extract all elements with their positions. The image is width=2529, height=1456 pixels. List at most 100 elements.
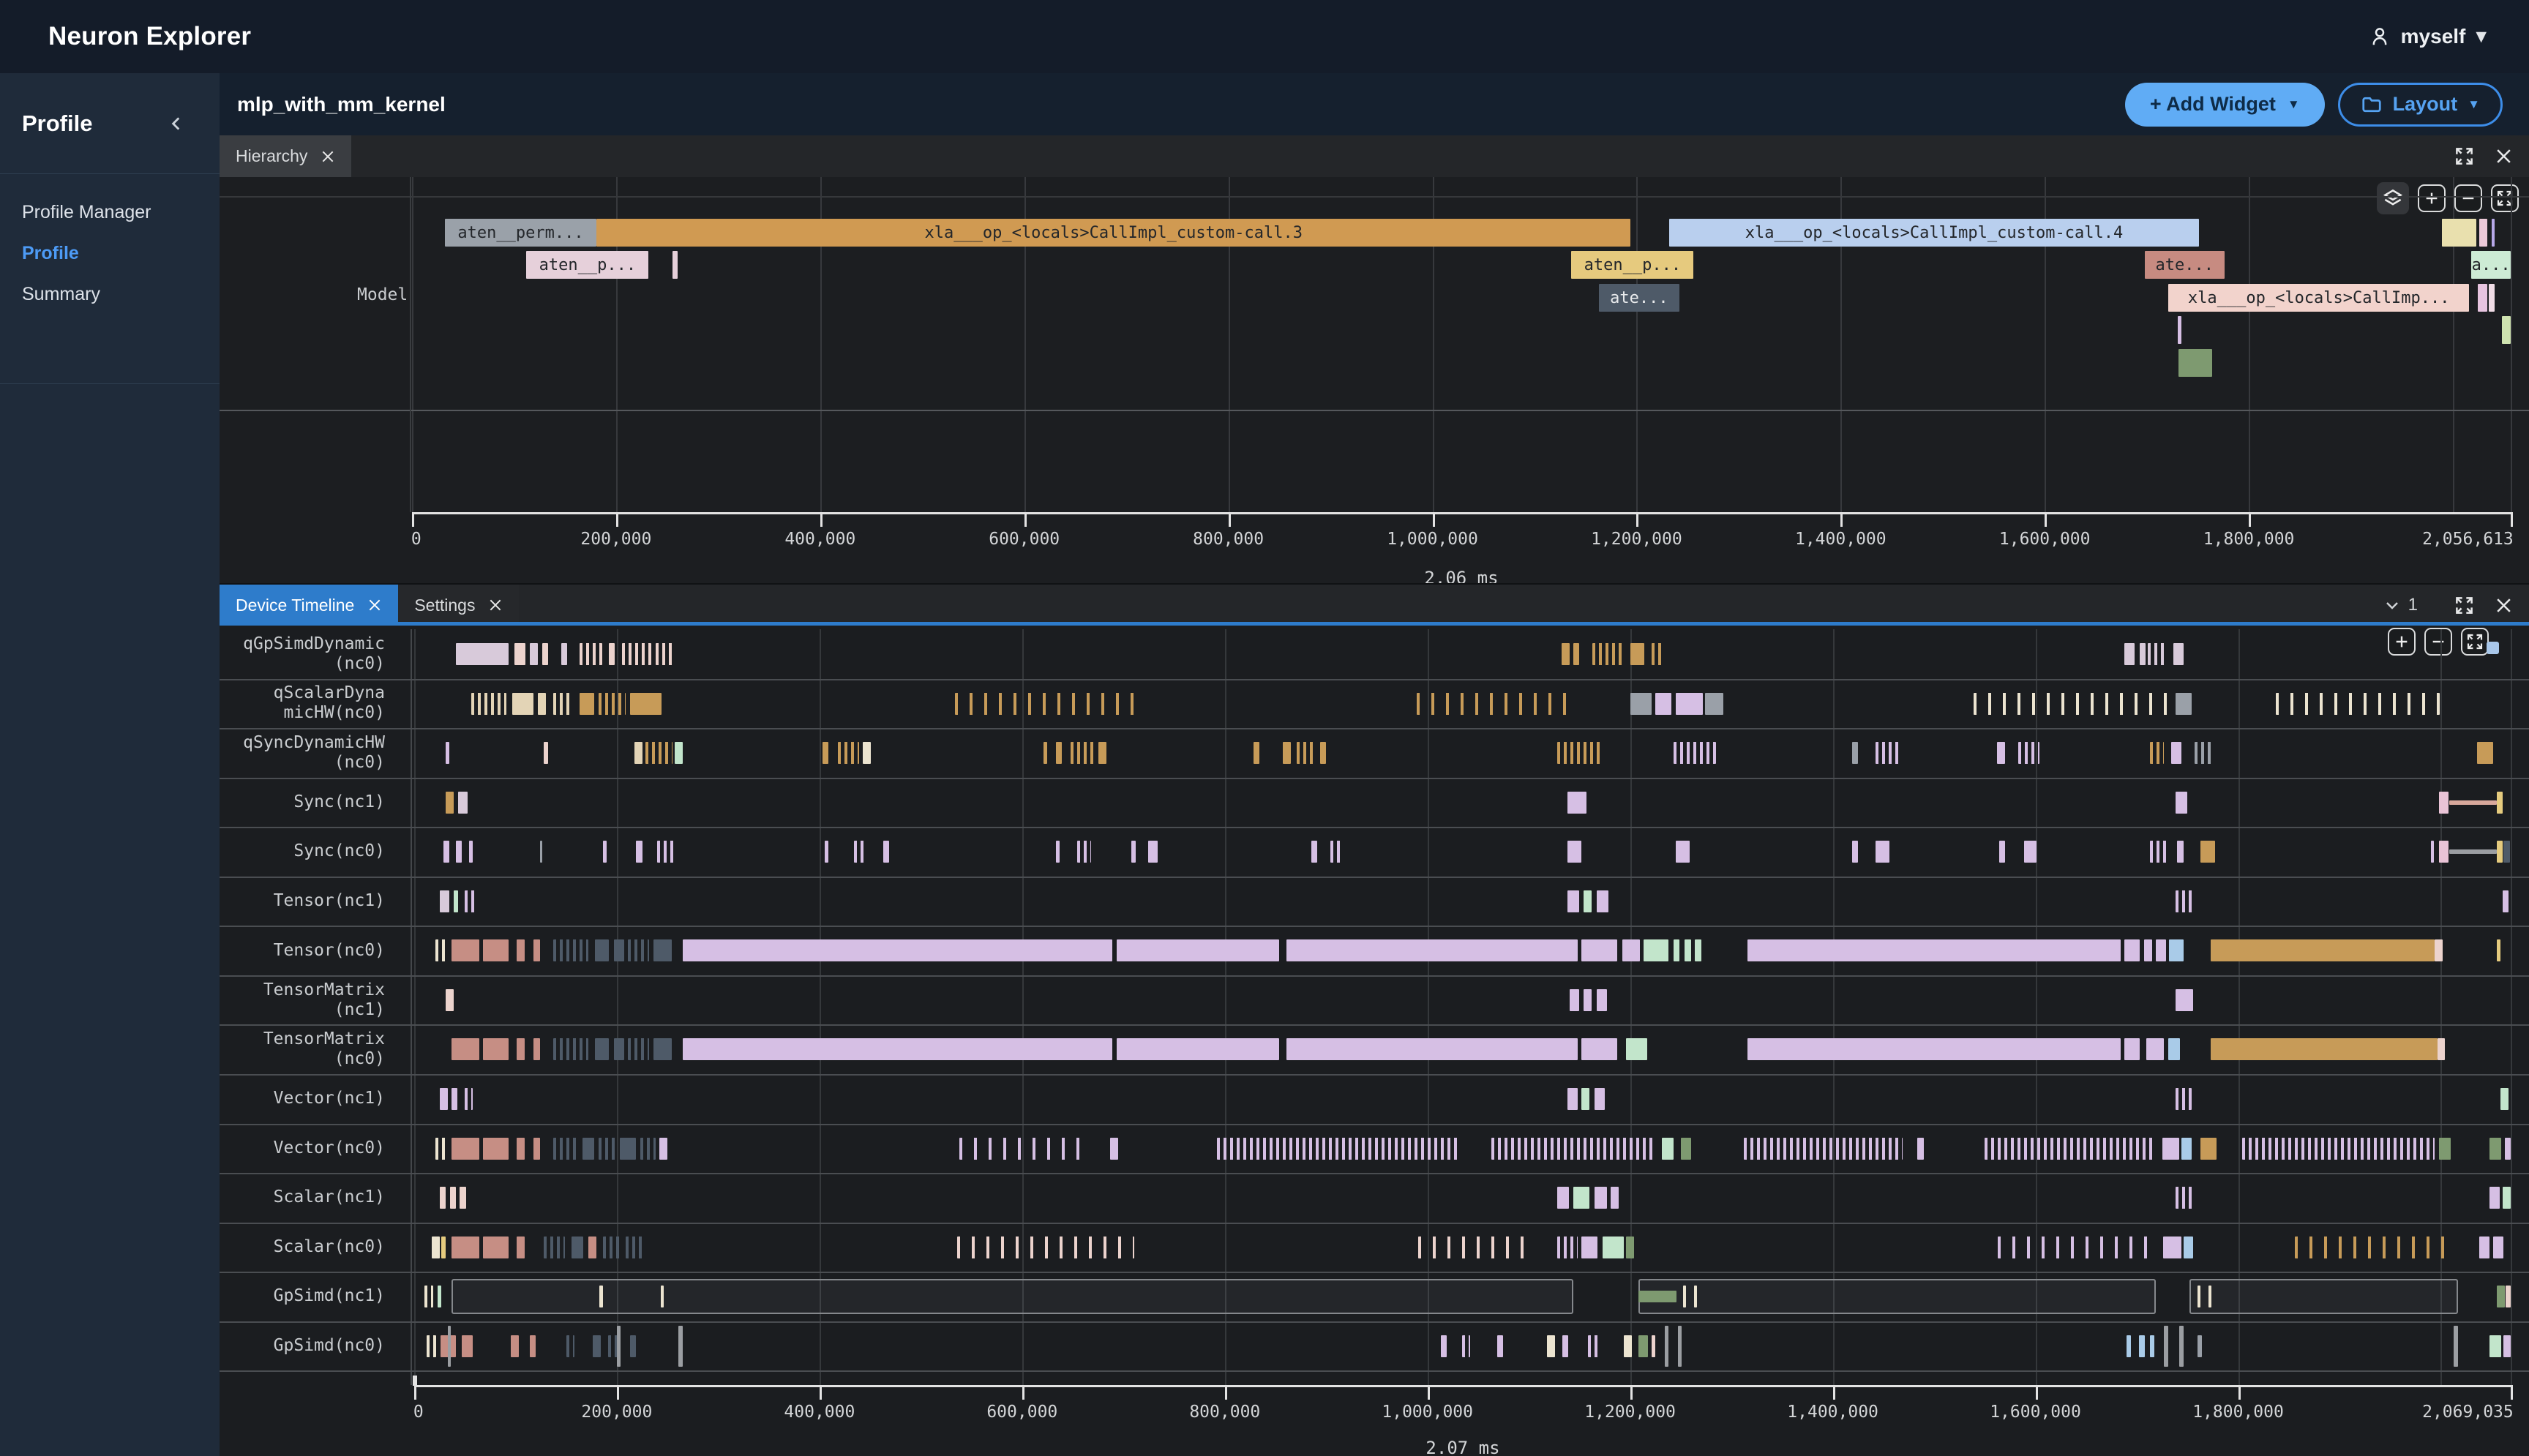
timeline-event[interactable] [1695, 939, 1701, 961]
timeline-event[interactable] [1997, 742, 2005, 764]
timeline-event[interactable] [438, 1286, 442, 1307]
timeline-event[interactable] [2024, 841, 2037, 863]
timeline-event[interactable] [661, 1286, 664, 1307]
timeline-event[interactable] [538, 693, 546, 715]
timeline-event[interactable] [1595, 1187, 1607, 1209]
timeline-event[interactable] [1747, 939, 2121, 961]
timeline-event[interactable] [2489, 1335, 2502, 1357]
timeline-event[interactable] [634, 742, 642, 764]
timeline-bar[interactable]: ate... [1599, 284, 1679, 312]
timeline-event[interactable] [2211, 1038, 2438, 1060]
timeline-event[interactable] [2173, 643, 2184, 665]
timeline-event[interactable] [603, 841, 607, 863]
timeline-event[interactable] [483, 1138, 509, 1160]
timeline-event[interactable] [595, 1038, 609, 1060]
timeline-event[interactable] [1683, 1286, 1686, 1307]
timeline-event[interactable] [1674, 939, 1679, 961]
timeline-event[interactable] [2276, 693, 2440, 715]
timeline-event[interactable] [2477, 742, 2493, 764]
timeline-event[interactable] [469, 841, 473, 863]
timeline-event[interactable] [1131, 841, 1136, 863]
timeline-event[interactable] [683, 1038, 1112, 1060]
expand-panel-icon[interactable] [2454, 596, 2474, 615]
timeline-event[interactable] [511, 1335, 519, 1357]
timeline-event[interactable] [603, 1237, 622, 1258]
timeline-event[interactable] [614, 1038, 624, 1060]
timeline-event[interactable] [1557, 1237, 1578, 1258]
timeline-event[interactable] [1557, 1187, 1570, 1209]
timeline-event[interactable] [959, 1138, 1089, 1160]
timeline-event[interactable] [1462, 1335, 1470, 1357]
fit-view-button[interactable] [2491, 184, 2519, 212]
timeline-event[interactable] [1056, 841, 1060, 863]
timeline-event[interactable] [1254, 742, 1259, 764]
timeline-event[interactable] [452, 1138, 479, 1160]
timeline-event[interactable] [1581, 939, 1617, 961]
timeline-event[interactable] [1557, 742, 1603, 764]
timeline-event[interactable] [1985, 1138, 2156, 1160]
timeline-event[interactable] [2156, 939, 2166, 961]
timeline-event[interactable] [553, 939, 589, 961]
timeline-event[interactable] [1676, 841, 1690, 863]
timeline-event[interactable] [2506, 1286, 2511, 1307]
timeline-event[interactable] [622, 643, 651, 665]
timeline-event[interactable] [435, 1138, 446, 1160]
timeline-event[interactable] [1217, 1138, 1460, 1160]
timeline-event[interactable] [2176, 890, 2194, 912]
timeline-event[interactable] [1652, 643, 1664, 665]
timeline-event[interactable] [1681, 1138, 1691, 1160]
timeline-event[interactable] [2449, 849, 2497, 854]
timeline-event[interactable] [653, 1038, 672, 1060]
timeline-event[interactable] [483, 1237, 509, 1258]
timeline-event[interactable] [460, 1187, 465, 1209]
scrollbar-thumb[interactable] [2487, 642, 2499, 654]
timeline-event[interactable] [1592, 643, 1624, 665]
timeline-event[interactable] [448, 1326, 451, 1367]
timeline-event[interactable] [1705, 693, 1723, 715]
timeline-event[interactable] [566, 1335, 574, 1357]
timeline-event[interactable] [626, 1237, 643, 1258]
tab-hierarchy[interactable]: Hierarchy [220, 135, 351, 177]
timeline-event[interactable] [678, 1326, 683, 1367]
timeline-event[interactable] [2497, 1286, 2505, 1307]
timeline-event[interactable] [1674, 742, 1716, 764]
timeline-event[interactable] [1044, 742, 1048, 764]
timeline-event[interactable] [1630, 693, 1652, 715]
timeline-event[interactable] [465, 1088, 473, 1110]
timeline-event[interactable] [1417, 693, 1578, 715]
timeline-event[interactable] [458, 792, 468, 814]
timeline-event[interactable] [452, 939, 479, 961]
timeline-event[interactable] [1603, 1237, 1624, 1258]
timeline-event[interactable] [424, 1286, 434, 1307]
zoom-in-button[interactable] [2388, 628, 2416, 656]
timeline-event[interactable] [2454, 1326, 2458, 1367]
timeline-event[interactable] [446, 989, 454, 1011]
timeline-event[interactable] [854, 841, 867, 863]
timeline-event[interactable] [957, 1237, 1134, 1258]
timeline-event[interactable] [1581, 1088, 1589, 1110]
timeline-event[interactable] [533, 1138, 539, 1160]
timeline-event[interactable] [657, 841, 675, 863]
timeline-event[interactable] [2198, 1335, 2202, 1357]
timeline-event[interactable] [2497, 792, 2503, 814]
timeline-event[interactable] [1588, 1335, 1600, 1357]
timeline-bar[interactable] [2502, 316, 2511, 344]
timeline-event[interactable] [2124, 643, 2135, 665]
timeline-event[interactable] [609, 643, 615, 665]
timeline-event[interactable] [2493, 1237, 2503, 1258]
close-icon[interactable] [367, 598, 382, 612]
timeline-bar[interactable] [2478, 284, 2488, 312]
timeline-bar[interactable] [2479, 219, 2487, 247]
timeline-event[interactable] [440, 1088, 448, 1110]
timeline-event[interactable] [427, 1335, 437, 1357]
timeline-event[interactable] [452, 1237, 479, 1258]
timeline-event[interactable] [593, 1335, 601, 1357]
timeline-event[interactable] [2211, 939, 2435, 961]
timeline-event[interactable] [653, 939, 672, 961]
timeline-event[interactable] [2439, 1138, 2451, 1160]
timeline-event[interactable] [471, 693, 507, 715]
timeline-event[interactable] [1998, 1237, 2159, 1258]
timeline-event[interactable] [1662, 1138, 1674, 1160]
timeline-event[interactable] [452, 1038, 479, 1060]
timeline-event[interactable] [450, 1187, 456, 1209]
